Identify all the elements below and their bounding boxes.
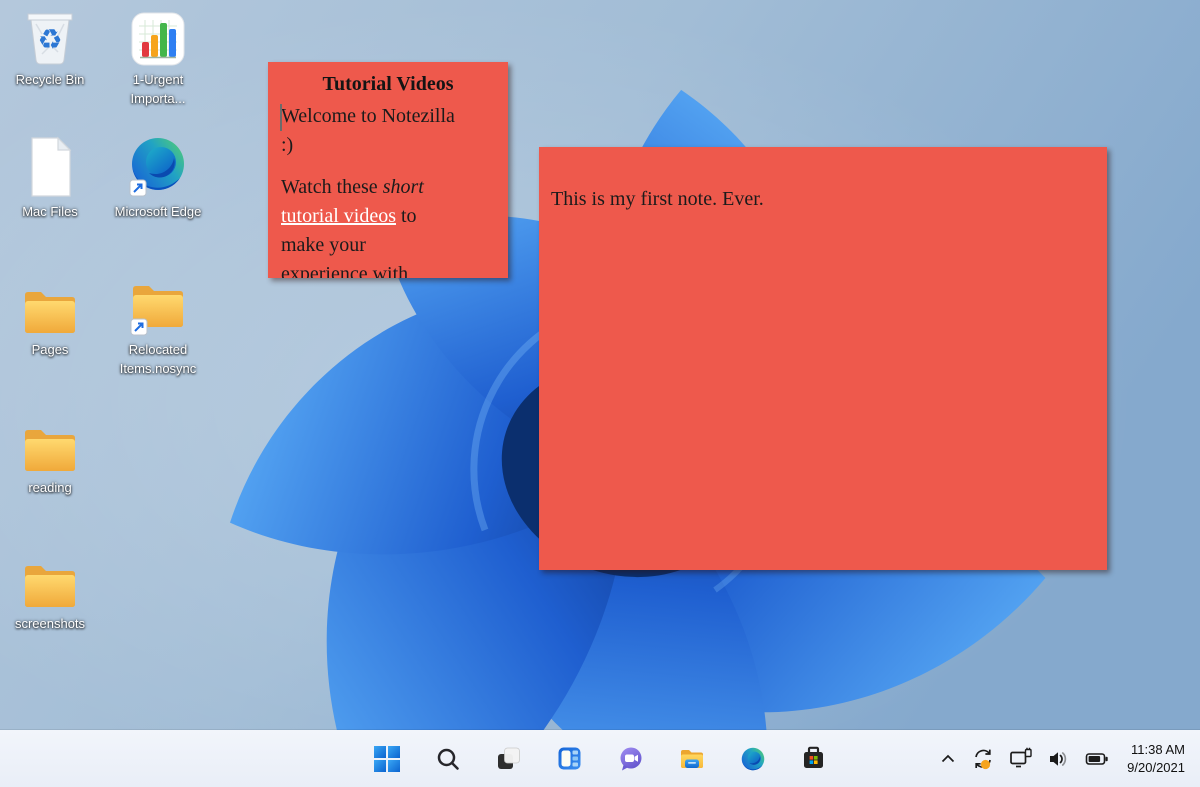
edge-icon	[128, 136, 188, 198]
clock-date: 9/20/2021	[1127, 759, 1185, 777]
taskbar-store-button[interactable]	[791, 736, 836, 782]
microsoft-store-icon	[801, 746, 826, 771]
taskbar-center-icons	[364, 730, 836, 787]
volume-icon	[1047, 747, 1071, 771]
shortcut-arrow-badge	[131, 319, 147, 335]
sticky-note-first-note[interactable]: This is my first note. Ever.	[539, 147, 1107, 570]
sticky-note-tutorial-videos[interactable]: Tutorial Videos Welcome to Notezilla:) Wa…	[268, 62, 508, 278]
desktop-icon-label: reading	[28, 478, 71, 497]
taskbar-file-explorer-button[interactable]	[669, 736, 714, 782]
desktop-icon-microsoft-edge[interactable]: Microsoft Edge	[108, 134, 208, 221]
desktop-icon-reading-folder[interactable]: reading	[0, 410, 100, 497]
chevron-up-icon	[938, 749, 958, 769]
desktop-icon-label: 1-Urgent Importa...	[110, 70, 206, 108]
folder-icon	[21, 286, 79, 336]
widgets-icon	[557, 746, 582, 771]
taskbar-chat-button[interactable]	[608, 736, 653, 782]
desktop-icon-screenshots-folder[interactable]: screenshots	[0, 546, 100, 633]
note-text: This is my first note. Ever.	[539, 147, 1107, 213]
battery-icon	[1084, 747, 1110, 771]
svg-text:♻: ♻	[37, 23, 62, 56]
taskbar-edge-button[interactable]	[730, 736, 775, 782]
network-icon	[1008, 747, 1034, 771]
taskbar-start-button[interactable]	[364, 736, 409, 782]
folder-shortcut-icon	[129, 280, 187, 336]
search-icon	[436, 747, 460, 771]
sync-icon	[971, 747, 995, 771]
hidden-icons-button[interactable]	[936, 747, 960, 771]
start-icon	[374, 746, 400, 772]
volume-button[interactable]	[1045, 745, 1073, 773]
folder-icon	[21, 560, 79, 610]
desktop-icon-mac-files[interactable]: Mac Files	[0, 134, 100, 221]
desktop-icon-relocated-items[interactable]: Relocated Items.nosync	[108, 272, 208, 378]
sync-alert-badge	[981, 759, 990, 768]
tutorial-videos-link[interactable]: tutorial videos	[281, 205, 396, 227]
taskbar-task-view-button[interactable]	[486, 736, 531, 782]
edge-icon	[740, 746, 766, 772]
note-text-line: experience with	[281, 260, 495, 278]
taskbar: 11:38 AM 9/20/2021	[0, 730, 1200, 787]
folder-icon	[21, 424, 79, 474]
battery-button[interactable]	[1082, 745, 1112, 773]
desktop-icon-label: screenshots	[15, 614, 85, 633]
clock-time: 11:38 AM	[1127, 741, 1185, 759]
numbers-chart-icon	[131, 12, 185, 66]
windows11-desktop-screen: ♻ Recycle Bin 1-Urgent Importa...	[0, 0, 1200, 787]
document-icon	[25, 136, 75, 198]
desktop-icon-pages-folder[interactable]: Pages	[0, 272, 100, 359]
file-explorer-icon	[679, 746, 705, 772]
desktop-icon-1-urgent[interactable]: 1-Urgent Importa...	[108, 2, 208, 108]
note-text-line: Watch these short	[281, 173, 495, 202]
desktop-icon-label: Pages	[32, 340, 69, 359]
note-text-line: Welcome to Notezilla	[281, 102, 495, 131]
recycle-bin-icon: ♻	[22, 4, 78, 66]
note-body: Welcome to Notezilla:)Watch these shortt…	[268, 102, 508, 278]
system-tray: 11:38 AM 9/20/2021	[936, 730, 1200, 787]
desktop-icon-label: Relocated Items.nosync	[110, 340, 206, 378]
desktop-icon-label: Recycle Bin	[16, 70, 85, 89]
desktop-icon-label: Mac Files	[22, 202, 78, 221]
text-caret	[280, 104, 282, 131]
network-button[interactable]	[1006, 745, 1036, 773]
taskbar-widgets-button[interactable]	[547, 736, 592, 782]
desktop: ♻ Recycle Bin 1-Urgent Importa...	[0, 0, 1200, 730]
task-view-icon	[496, 746, 521, 771]
chat-icon	[618, 746, 644, 772]
sync-status-button[interactable]	[969, 745, 997, 773]
note-text-line: :)	[281, 131, 495, 160]
shortcut-arrow-badge	[130, 180, 146, 196]
desktop-icon-recycle-bin[interactable]: ♻ Recycle Bin	[0, 2, 100, 89]
note-title: Tutorial Videos	[278, 70, 498, 98]
taskbar-search-button[interactable]	[425, 736, 470, 782]
note-text-line: tutorial videos to	[281, 202, 495, 231]
desktop-icon-label: Microsoft Edge	[115, 202, 202, 221]
taskbar-clock[interactable]: 11:38 AM 9/20/2021	[1127, 741, 1185, 777]
note-text-line: make your	[281, 231, 495, 260]
